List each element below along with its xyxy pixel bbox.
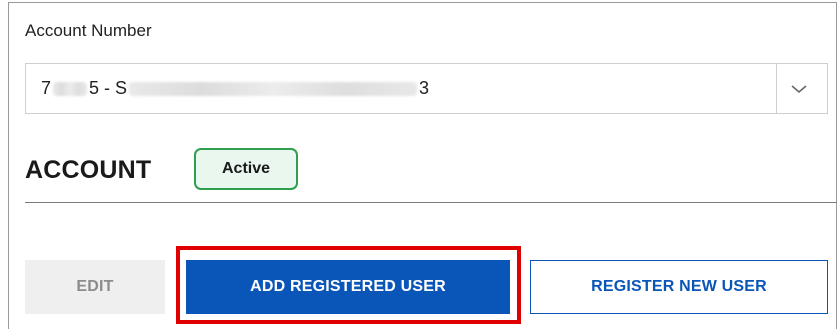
section-title: ACCOUNT bbox=[25, 156, 152, 184]
account-number-value-suffix: 3 bbox=[419, 78, 430, 98]
account-number-label: Account Number bbox=[25, 21, 152, 40]
account-number-select[interactable]: 7 5 - S 3 bbox=[25, 63, 828, 114]
register-new-user-button[interactable]: REGISTER NEW USER bbox=[530, 260, 828, 314]
edit-button[interactable]: EDIT bbox=[25, 260, 165, 314]
redacted-text bbox=[53, 82, 88, 97]
account-number-value-prefix: 7 bbox=[41, 78, 52, 98]
select-divider bbox=[776, 64, 777, 113]
add-registered-user-button[interactable]: ADD REGISTERED USER bbox=[186, 260, 510, 314]
status-badge: Active bbox=[194, 148, 298, 190]
account-number-value-middle: 5 - S bbox=[89, 78, 128, 98]
section-divider bbox=[25, 202, 837, 203]
account-number-value: 7 5 - S 3 bbox=[41, 78, 429, 99]
chevron-down-icon[interactable] bbox=[789, 79, 809, 99]
redacted-text bbox=[129, 82, 418, 97]
